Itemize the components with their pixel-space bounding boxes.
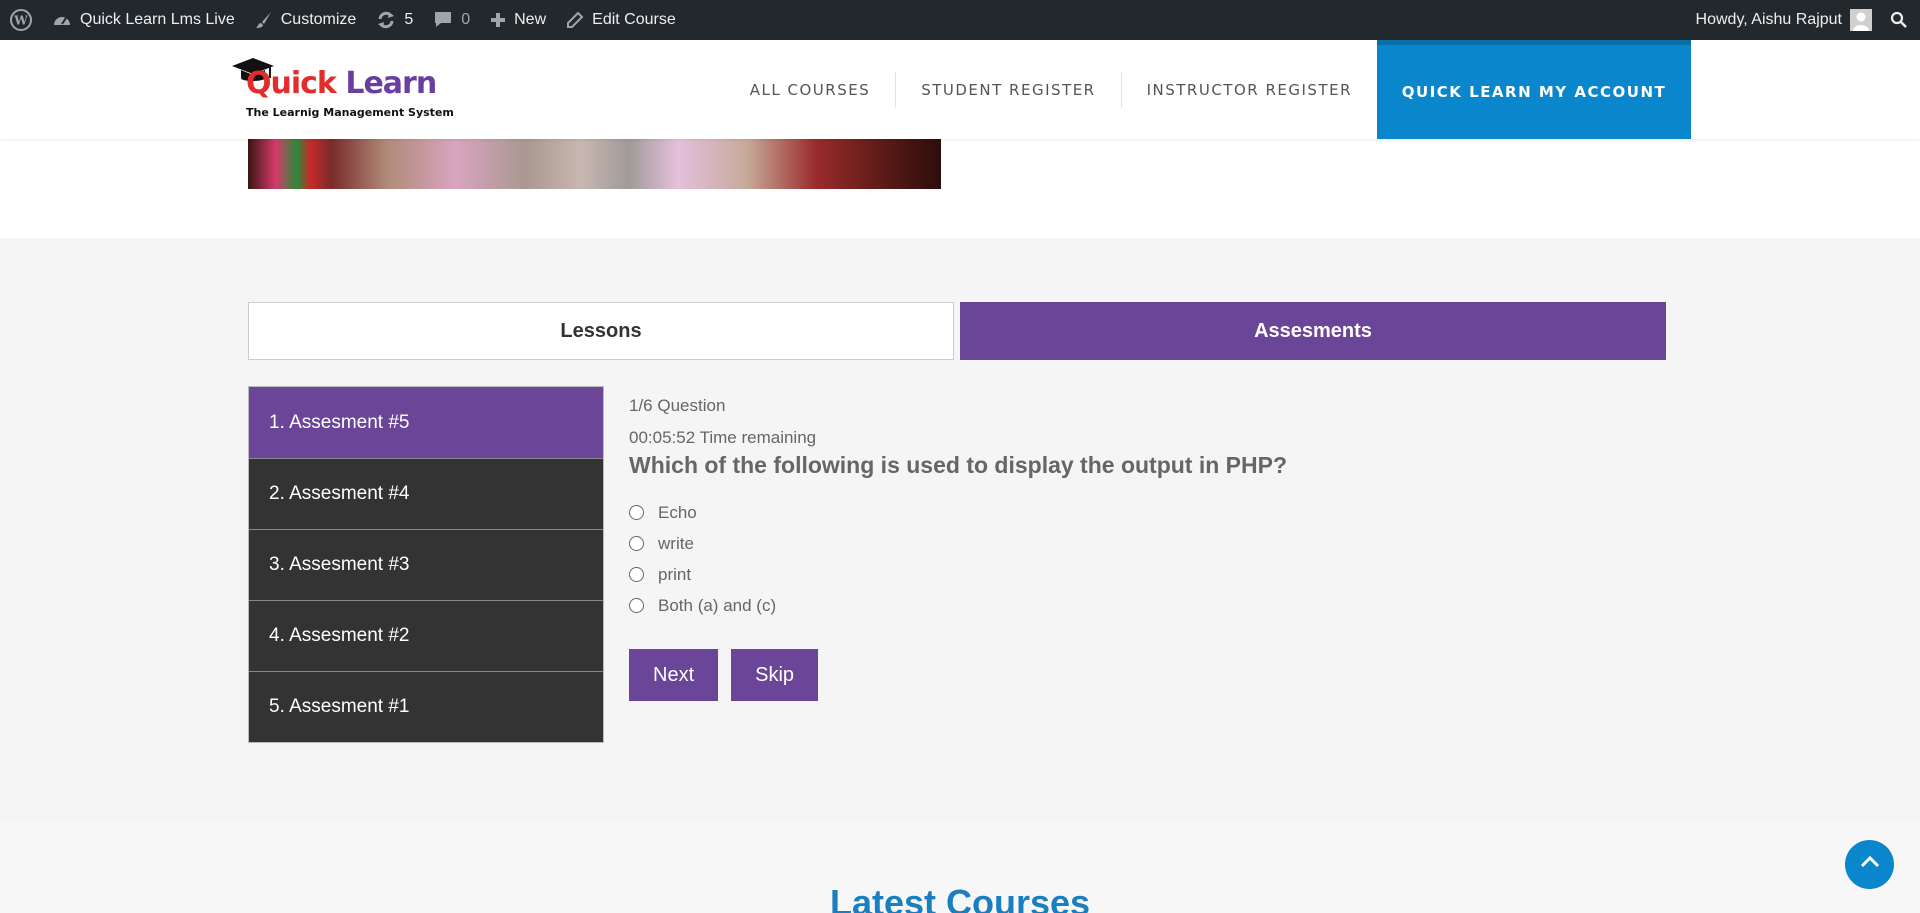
plus-icon [490,12,506,28]
radio-button[interactable] [629,567,644,582]
nav-instructor-register[interactable]: INSTRUCTOR REGISTER [1120,71,1377,108]
search-icon [1890,11,1908,29]
chevron-up-icon [1860,855,1880,874]
dashboard-icon [52,11,72,29]
time-remaining: 00:05:52 Time remaining [629,428,817,447]
wordpress-icon: W [10,9,32,31]
edit-course-link[interactable]: Edit Course [556,0,686,40]
updates-link[interactable]: 5 [366,0,423,40]
main-nav: ALL COURSES STUDENT REGISTER INSTRUCTOR … [725,40,1377,139]
logo-quick-text: Quick [246,66,337,101]
wordpress-logo-button[interactable]: W [0,0,42,40]
nav-my-account-button[interactable]: QUICK LEARN MY ACCOUNT [1377,40,1691,139]
updates-count: 5 [404,11,414,28]
assessment-item[interactable]: 3. Assesment #3 [249,529,603,600]
quiz-panel: 1/6 Question 00:05:52 Time remaining Whi… [629,390,1529,701]
brush-icon [255,11,273,29]
option-label: write [658,533,694,553]
assessment-item[interactable]: 1. Assesment #5 [249,387,603,458]
skip-button[interactable]: Skip [731,649,819,701]
tab-lessons[interactable]: Lessons [248,302,954,360]
comments-link[interactable]: 0 [423,0,480,40]
option-label: Echo [658,502,697,522]
tab-assessments[interactable]: Assesments [960,302,1666,360]
comments-count: 0 [461,11,471,28]
admin-bar: W Quick Learn Lms Live Customize 5 0 New [0,0,1920,40]
scroll-to-top-button[interactable] [1845,840,1894,889]
latest-courses-heading: Latest Courses [829,882,1091,913]
radio-button[interactable] [629,505,644,520]
option-label: Both (a) and (c) [658,595,777,615]
site-name-link[interactable]: Quick Learn Lms Live [42,0,245,40]
question-text: Which of the following is used to displa… [629,452,1288,478]
assessment-item[interactable]: 5. Assesment #1 [249,671,603,742]
customize-label: Customize [280,11,357,28]
site-header: Quick Learn The Learnig Management Syste… [0,40,1920,139]
search-button[interactable] [1878,0,1920,40]
radio-button[interactable] [629,536,644,551]
question-progress: 1/6 Question [629,396,726,415]
logo-tagline: The Learnig Management System [246,106,454,119]
answer-option[interactable]: print [629,559,1529,590]
howdy-label: Howdy, Aishu Rajput [1695,11,1842,28]
answer-option[interactable]: write [629,528,1529,559]
radio-button[interactable] [629,598,644,613]
pencil-icon [566,11,584,29]
option-label: print [658,564,692,584]
avatar [1850,9,1872,31]
new-label: New [514,11,547,28]
site-logo[interactable]: Quick Learn The Learnig Management Syste… [228,56,458,126]
course-image [248,139,941,189]
assessment-item[interactable]: 4. Assesment #2 [249,600,603,671]
answer-options: Echo write print Both (a) and (c) [629,497,1529,621]
comment-icon [433,11,453,29]
customize-link[interactable]: Customize [245,0,367,40]
assessment-list: 1. Assesment #5 2. Assesment #4 3. Asses… [248,386,604,743]
answer-option[interactable]: Both (a) and (c) [629,590,1529,621]
updates-icon [376,11,396,29]
next-button[interactable]: Next [629,649,719,701]
svg-text:W: W [13,14,28,28]
site-name-label: Quick Learn Lms Live [80,11,235,28]
new-content-link[interactable]: New [480,0,556,40]
logo-learn-text: Learn [345,66,437,101]
nav-all-courses[interactable]: ALL COURSES [725,72,895,108]
nav-student-register[interactable]: STUDENT REGISTER [895,71,1120,108]
answer-option[interactable]: Echo [629,497,1529,528]
assessment-item[interactable]: 2. Assesment #4 [249,458,603,529]
edit-course-label: Edit Course [592,11,676,28]
my-account-link[interactable]: Howdy, Aishu Rajput [1686,0,1878,40]
